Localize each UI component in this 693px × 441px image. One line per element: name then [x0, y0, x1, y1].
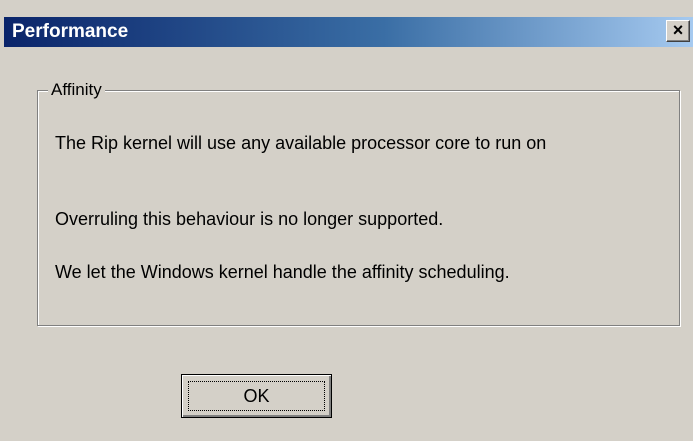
- message-any-core: The Rip kernel will use any available pr…: [55, 133, 547, 153]
- close-icon: ×: [672, 20, 684, 40]
- dialog-title: Performance: [12, 21, 129, 42]
- title-bar[interactable]: Performance ×: [4, 17, 693, 47]
- ok-button[interactable]: OK: [181, 374, 332, 418]
- close-button[interactable]: ×: [666, 20, 690, 42]
- performance-dialog: Performance × Affinity The Rip kernel wi…: [0, 0, 693, 441]
- ok-button-label: OK: [188, 381, 325, 411]
- message-windows-scheduling: We let the Windows kernel handle the aff…: [55, 262, 510, 282]
- groupbox-label: Affinity: [48, 79, 105, 101]
- affinity-groupbox: Affinity The Rip kernel will use any ava…: [37, 79, 680, 326]
- message-not-supported: Overruling this behaviour is no longer s…: [55, 209, 444, 229]
